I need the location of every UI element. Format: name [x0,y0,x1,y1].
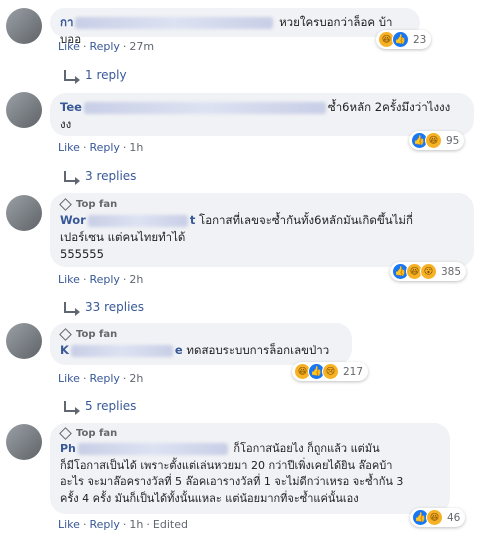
reaction-count: 385 [441,265,462,278]
view-replies-link[interactable]: 1 reply [64,68,127,84]
comment-actions: Like · Reply · 2h [58,273,144,286]
edited-label[interactable]: Edited [153,518,188,531]
reaction-count: 95 [446,134,460,147]
commenter-name[interactable]: กา [60,15,73,29]
comment-bubble: Top fan Ph ก็โอกาสน้อยไง ก็ถูกแล้ว แต่มั… [50,423,450,514]
view-replies-link[interactable]: 5 replies [64,399,136,415]
comment-actions: Like · Reply · 1h · Edited [58,518,188,531]
reaction-summary[interactable]: 👍 😆 😮 385 [390,262,467,281]
comment-bubble: Top fan Wor t โอกาสที่เลขจะซ้ำกันทั้ง6หลั… [50,193,474,267]
reply-arrow-icon [64,170,80,185]
reply-link[interactable]: Reply [89,372,119,385]
like-link[interactable]: Like [58,141,80,154]
haha-icon: 😆 [425,132,442,149]
diamond-icon [59,198,72,211]
blurred-name [87,214,188,227]
top-fan-badge: Top fan [59,427,438,440]
commenter-name[interactable]: K [60,343,69,357]
comment-text-line: 555555 [60,247,104,261]
avatar[interactable] [6,92,42,128]
avatar[interactable] [6,8,42,44]
reply-link[interactable]: Reply [89,518,119,531]
comment-text-line: โอกาสที่เลขจะซ้ำกันทั้ง6หลักมันเกิดขึ้นไ… [199,213,413,227]
diamond-icon [59,328,72,341]
wow-icon: 😮 [420,263,437,280]
commenter-name[interactable]: Tee [60,100,82,114]
view-replies-link[interactable]: 3 replies [64,169,136,185]
reaction-count: 23 [413,33,427,46]
blurred-name [75,16,274,29]
top-fan-badge: Top fan [59,328,340,341]
comment-text-line: ครั้ง 4 ครั้ง มันก็เป็นได้ทั้งนั้นแหละ แ… [60,491,359,505]
comment-bubble: Top fan Ke ทดสอบระบบการล็อกเลขป่าว [50,323,352,365]
replies-count[interactable]: 3 replies [85,169,136,183]
comment-actions: Like · Reply · 2h [58,372,144,385]
replies-count[interactable]: 5 replies [85,399,136,413]
reply-arrow-icon [64,301,80,316]
like-link[interactable]: Like [58,40,80,53]
comment-text-line: ก็โอกาสน้อยไง ก็ถูกแล้ว แต่มัน [233,442,380,455]
top-fan-badge: Top fan [59,198,462,211]
reaction-count: 46 [447,511,461,524]
avatar[interactable] [6,323,42,359]
sad-icon: 😢 [322,363,339,380]
reply-link[interactable]: Reply [89,40,119,53]
comment-actions: Like · Reply · 27m [58,40,155,53]
replies-count[interactable]: 33 replies [85,300,144,314]
reply-arrow-icon [64,69,80,84]
timestamp[interactable]: 27m [129,40,154,53]
timestamp[interactable]: 2h [129,372,143,385]
comment-text-line: ก็มีโอกาสเป็นได้ เพราะตั้งแต่เล่นหวยมา 2… [60,458,393,472]
commenter-name[interactable]: Ph [60,442,76,455]
reaction-summary[interactable]: 😆 👍 😢 217 [292,362,369,381]
view-replies-link[interactable]: 33 replies [64,300,144,316]
blurred-name [83,101,326,114]
blurred-name [77,443,228,455]
reaction-summary[interactable]: 👍 😆 95 [409,131,465,150]
reply-arrow-icon [64,400,80,415]
blurred-name [70,344,173,357]
reply-link[interactable]: Reply [89,141,119,154]
reaction-count: 217 [343,365,364,378]
comment-text: ทดสอบระบบการล็อกเลขป่าว [186,343,330,357]
like-link[interactable]: Like [58,273,80,286]
diamond-icon [59,427,72,440]
avatar[interactable] [6,424,42,460]
timestamp[interactable]: 1h [129,518,143,531]
timestamp[interactable]: 2h [129,273,143,286]
commenter-name[interactable]: Wor [60,213,86,227]
comment-text-line: อะไร จะมาล๊อครางวัลที่ 5 ล๊อคเอารางวัลที… [60,475,404,488]
replies-count[interactable]: 1 reply [85,68,127,82]
reaction-summary[interactable]: 😆 👍 23 [376,30,432,49]
comment-actions: Like · Reply · 1h [58,141,144,154]
like-icon: 👍 [392,31,409,48]
timestamp[interactable]: 1h [129,141,143,154]
reaction-summary[interactable]: 👍 😆 46 [410,508,466,527]
comment-text-line: เปอร์เซน แต่คนไทยทำได้ [60,230,186,244]
avatar[interactable] [6,195,42,231]
haha-icon: 😆 [426,509,443,526]
comment-bubble: กา หวยใครบอกว่าล็อค บ้าบออ [50,8,420,46]
reply-link[interactable]: Reply [89,273,119,286]
like-link[interactable]: Like [58,518,80,531]
comment-bubble: Tee ซ้ำ6หลัก 2ครั้งมึงว่าไงงง งง [50,93,474,136]
like-link[interactable]: Like [58,372,80,385]
